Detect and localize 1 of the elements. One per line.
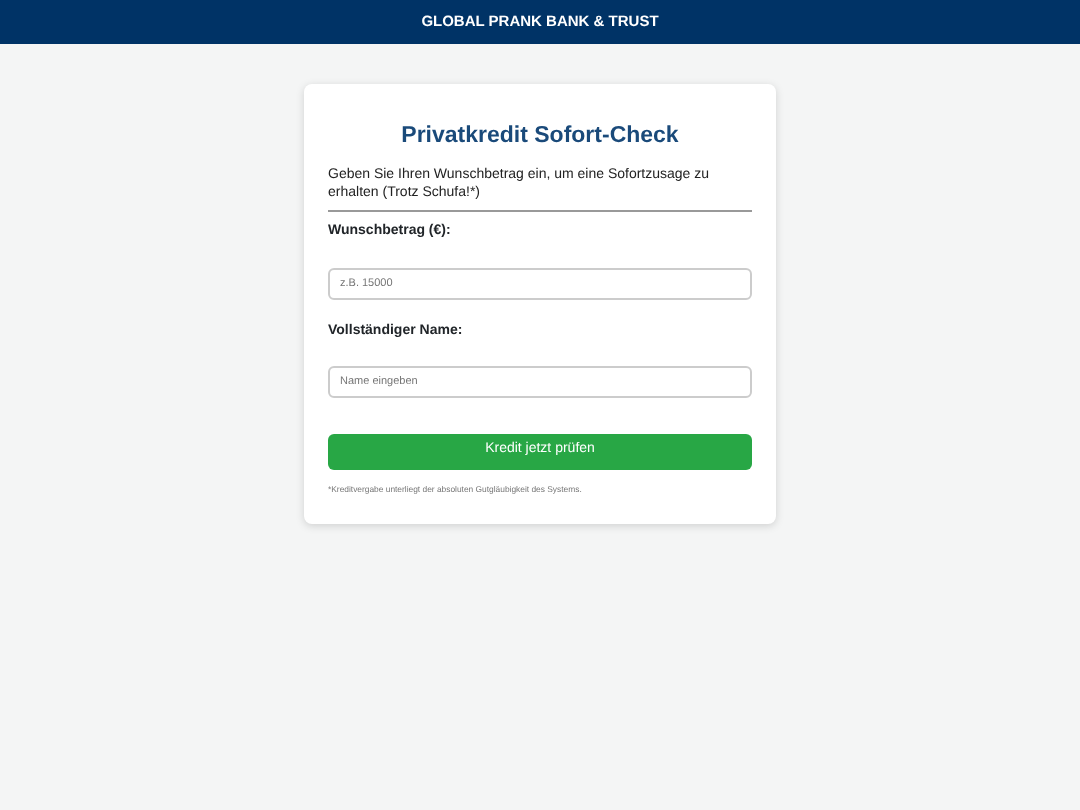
form-title: Privatkredit Sofort-Check	[399, 124, 681, 152]
